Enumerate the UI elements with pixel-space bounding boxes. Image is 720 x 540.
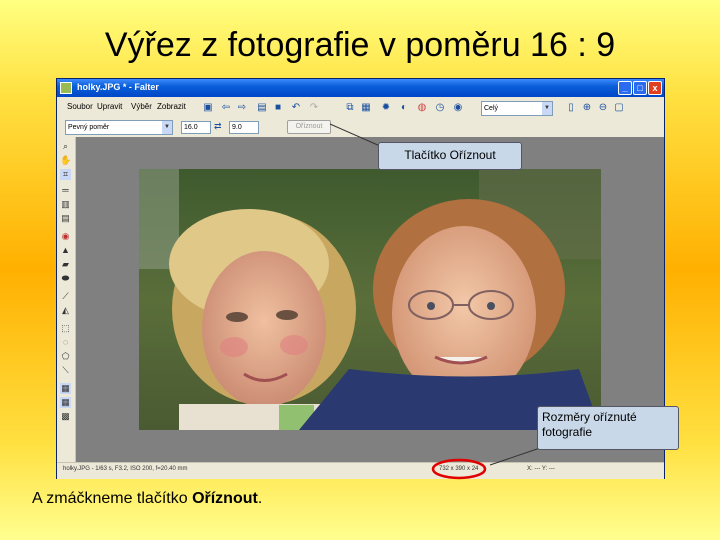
dims-callout-pointer	[489, 447, 541, 466]
note-prefix: A zmáčkneme tlačítko	[32, 490, 193, 507]
crop-callout-pointer	[329, 123, 381, 147]
crop-button-callout: Tlačítko Oříznout	[378, 142, 522, 170]
instruction-note: A zmáčkneme tlačítko Oříznout.	[32, 490, 262, 508]
note-bold: Oříznout	[192, 490, 258, 507]
note-suffix: .	[257, 490, 263, 507]
dimensions-callout: Rozměry oříznuté fotografie	[537, 406, 679, 450]
dimensions-highlight-ring	[431, 458, 487, 480]
annotation-overlay	[329, 123, 541, 480]
